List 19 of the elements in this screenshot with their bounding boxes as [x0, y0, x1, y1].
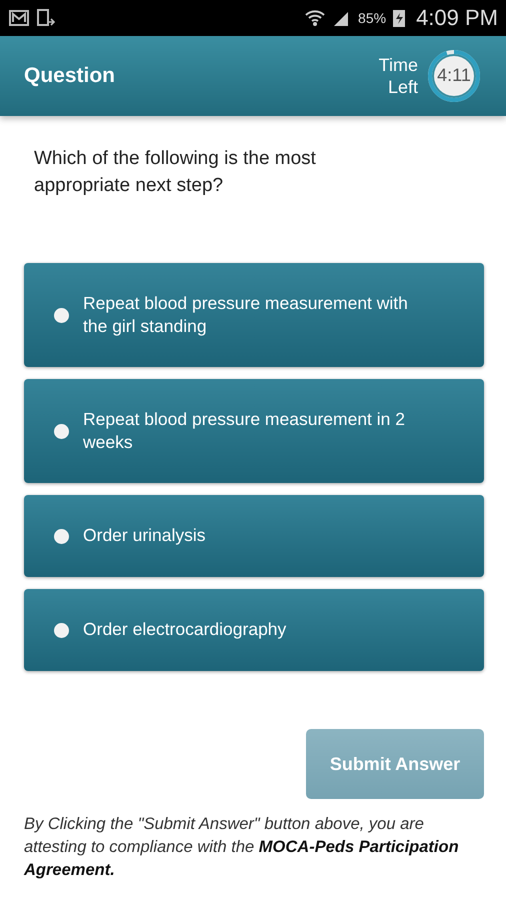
radio-button[interactable]	[54, 528, 69, 544]
question-text: Which of the following is the most appropriate next step?	[34, 147, 317, 198]
answer-option[interactable]: Repeat blood pressure measurement in 2 weeks	[24, 379, 484, 484]
radio-button[interactable]	[54, 622, 69, 638]
timer-value: 4:11	[436, 65, 472, 86]
answer-option[interactable]: Order electrocardiography	[24, 589, 484, 672]
phone-icon	[36, 8, 56, 28]
battery-percent: 85%	[358, 10, 386, 26]
answer-option[interactable]: Order urinalysis	[24, 495, 484, 578]
wifi-icon	[304, 8, 326, 28]
timer-label: Time Left	[378, 54, 418, 98]
radio-button[interactable]	[54, 424, 69, 439]
answer-option[interactable]: Repeat blood pressure measurement with the girl standing	[24, 263, 484, 368]
clock: 4:09 PM	[416, 5, 498, 31]
screen-title: Question	[24, 64, 116, 88]
disclaimer-text: By Clicking the "Submit Answer" button above, you are attesting to compliance with the MOCA-Peds Participation Agreement.	[24, 814, 460, 882]
radio-button[interactable]	[54, 308, 69, 323]
mail-icon	[8, 9, 30, 27]
battery-icon	[392, 8, 406, 28]
